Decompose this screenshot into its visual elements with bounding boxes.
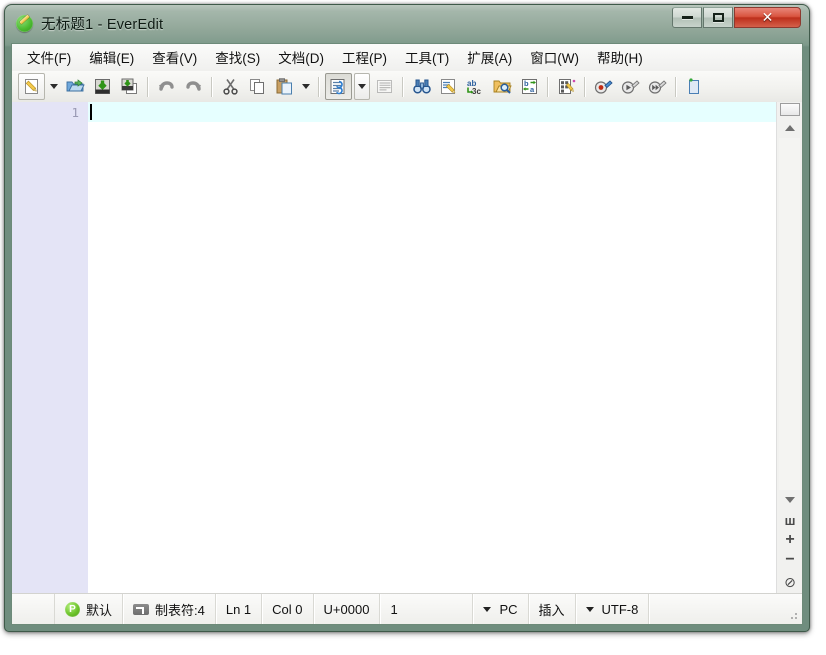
line-number: 1 xyxy=(71,105,79,120)
svg-text:b: b xyxy=(524,79,529,88)
status-bar: P 默认 制表符:4 Ln 1 Col 0 U+0000 1 PC 插入 xyxy=(12,593,802,624)
find-in-files-icon[interactable] xyxy=(490,74,515,99)
maximize-button[interactable] xyxy=(703,7,733,28)
word-wrap-icon[interactable] xyxy=(372,74,397,99)
menu-help[interactable]: 帮助(H) xyxy=(588,43,652,72)
paste-dropdown-chevron-down-icon[interactable] xyxy=(299,74,313,99)
toolbar-separator xyxy=(147,77,149,97)
replace-icon[interactable] xyxy=(436,74,461,99)
maximize-icon xyxy=(704,8,732,27)
swap-ba-icon[interactable]: b a xyxy=(517,74,542,99)
column-mode-icon[interactable] xyxy=(554,74,579,99)
status-insert-mode[interactable]: 插入 xyxy=(529,594,576,624)
minimize-icon xyxy=(673,8,701,27)
bookmark-icon[interactable] xyxy=(682,74,707,99)
play-all-macro-icon[interactable] xyxy=(645,74,670,99)
split-handle[interactable] xyxy=(780,103,800,116)
status-filler xyxy=(649,594,802,624)
paste-icon[interactable] xyxy=(272,74,297,99)
text-caret xyxy=(90,104,92,120)
close-button[interactable]: ✕ xyxy=(734,7,801,28)
copy-icon[interactable] xyxy=(245,74,270,99)
status-column: Col 0 xyxy=(262,594,313,624)
close-icon: ✕ xyxy=(735,8,800,27)
find-binoculars-icon[interactable] xyxy=(409,74,434,99)
vertical-scrollbar[interactable]: ш + − ⊘ xyxy=(776,102,802,594)
chevron-down-icon xyxy=(483,607,491,612)
scroll-up-button[interactable] xyxy=(779,118,801,138)
status-line-ending-label: PC xyxy=(499,602,517,617)
profile-badge-icon: P xyxy=(65,602,80,617)
status-profile-label: 默认 xyxy=(86,600,112,619)
menu-file[interactable]: 文件(F) xyxy=(18,43,80,72)
tool-bar: ab 3c xyxy=(12,71,802,103)
svg-text:3c: 3c xyxy=(472,87,481,95)
status-unicode: U+0000 xyxy=(314,594,381,624)
scroll-down-button[interactable] xyxy=(779,490,801,510)
client-area: 文件(F) 编辑(E) 查看(V) 查找(S) 文档(D) 工程(P) 工具(T… xyxy=(11,43,803,625)
chevron-down-icon xyxy=(785,497,795,503)
new-file-dropdown-chevron-down-icon[interactable] xyxy=(47,74,61,99)
title-bar[interactable]: 无标题1 - EverEdit ✕ xyxy=(5,5,809,43)
clear-marks-button[interactable]: ⊘ xyxy=(779,572,801,592)
sync-scroll-icon[interactable] xyxy=(325,73,352,100)
bookmark-nav-button[interactable]: ш xyxy=(779,510,801,530)
text-editor-canvas[interactable] xyxy=(88,102,776,594)
toolbar-separator xyxy=(584,77,586,97)
zoom-out-button[interactable]: − xyxy=(779,550,801,570)
app-pencil-icon xyxy=(16,15,33,32)
open-folder-icon[interactable] xyxy=(63,74,88,99)
menu-document[interactable]: 文档(D) xyxy=(269,43,333,72)
menu-tools[interactable]: 工具(T) xyxy=(396,43,458,72)
toolbar-separator xyxy=(547,77,549,97)
status-encoding[interactable]: UTF-8 xyxy=(576,594,650,624)
menu-extensions[interactable]: 扩展(A) xyxy=(458,43,521,72)
status-profile[interactable]: P 默认 xyxy=(54,594,123,624)
cut-icon[interactable] xyxy=(218,74,243,99)
status-line: Ln 1 xyxy=(216,594,262,624)
window-title: 无标题1 - EverEdit xyxy=(41,13,163,34)
resize-grip[interactable] xyxy=(787,609,799,621)
play-macro-icon[interactable] xyxy=(618,74,643,99)
zoom-in-button[interactable]: + xyxy=(779,530,801,550)
record-macro-icon[interactable] xyxy=(591,74,616,99)
menu-view[interactable]: 查看(V) xyxy=(143,43,206,72)
toolbar-separator xyxy=(402,77,404,97)
minimize-button[interactable] xyxy=(672,7,702,28)
toolbar-separator xyxy=(675,77,677,97)
menu-edit[interactable]: 编辑(E) xyxy=(80,43,143,72)
save-as-icon[interactable] xyxy=(117,74,142,99)
status-selection-count: 1 xyxy=(380,594,473,624)
new-file-icon[interactable] xyxy=(18,73,45,100)
status-tab-label: 制表符:4 xyxy=(155,600,205,619)
redo-icon[interactable] xyxy=(181,74,206,99)
save-icon[interactable] xyxy=(90,74,115,99)
status-encoding-label: UTF-8 xyxy=(602,602,639,617)
toolbar-separator xyxy=(318,77,320,97)
active-line-highlight xyxy=(88,102,776,122)
status-line-ending[interactable]: PC xyxy=(473,594,528,624)
sync-scroll-dropdown-chevron-down-icon[interactable] xyxy=(354,73,370,100)
status-tab-setting[interactable]: 制表符:4 xyxy=(123,594,216,624)
application-window: 无标题1 - EverEdit ✕ 文件(F) 编辑(E) 查看(V) 查找(S… xyxy=(4,4,810,632)
menu-window[interactable]: 窗口(W) xyxy=(521,43,588,72)
line-number-gutter: 1 xyxy=(12,102,89,594)
editor-area[interactable]: 1 ш + − xyxy=(12,102,802,594)
tab-arrow-icon xyxy=(133,604,149,615)
translate-ab3c-icon[interactable]: ab 3c xyxy=(463,74,488,99)
toolbar-separator xyxy=(211,77,213,97)
menu-project[interactable]: 工程(P) xyxy=(333,43,396,72)
scrollbar-track[interactable] xyxy=(779,138,800,490)
menu-search[interactable]: 查找(S) xyxy=(206,43,269,72)
window-frame: 无标题1 - EverEdit ✕ 文件(F) 编辑(E) 查看(V) 查找(S… xyxy=(4,4,810,632)
chevron-up-icon xyxy=(785,125,795,131)
undo-icon[interactable] xyxy=(154,74,179,99)
menu-bar: 文件(F) 编辑(E) 查看(V) 查找(S) 文档(D) 工程(P) 工具(T… xyxy=(12,44,802,72)
chevron-down-icon xyxy=(586,607,594,612)
